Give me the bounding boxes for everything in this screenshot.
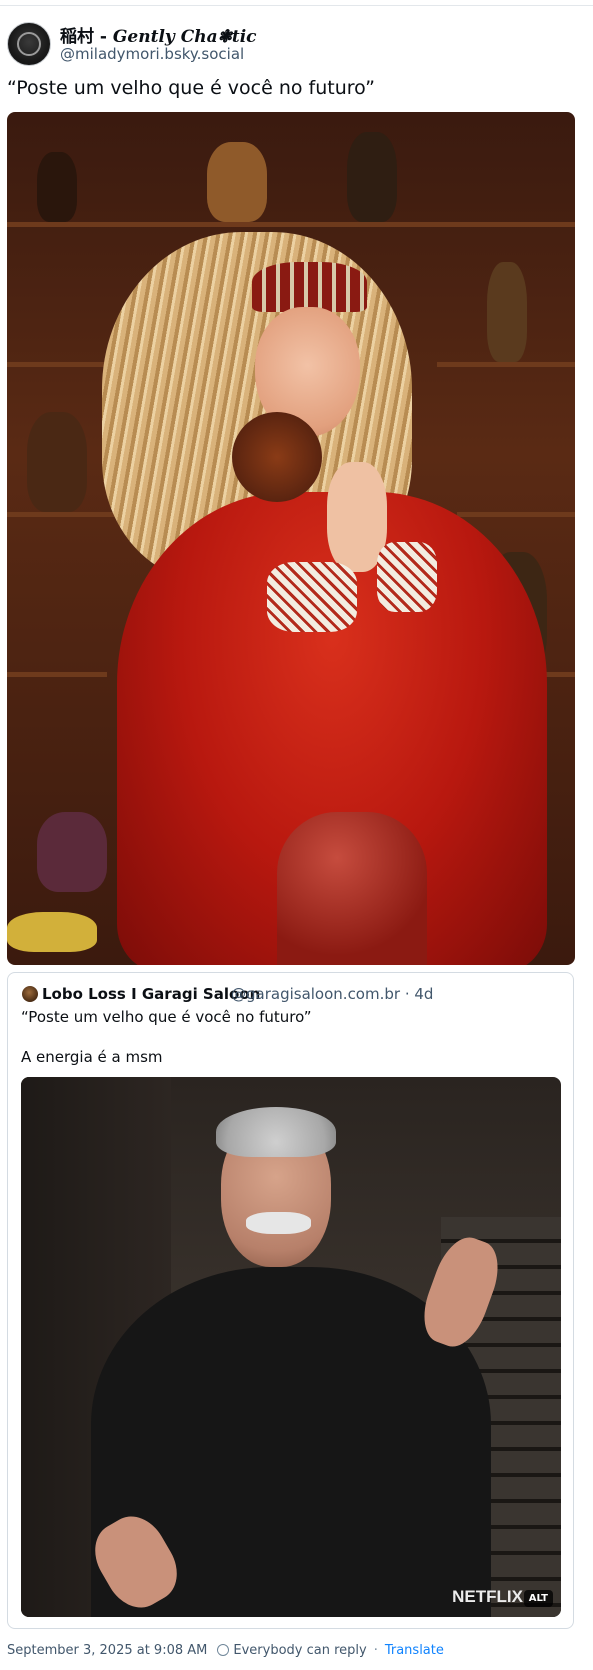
separator-dot: · — [373, 1643, 378, 1658]
post-text: “Poste um velho que é você no futuro” — [7, 77, 375, 99]
netflix-watermark: NETFLIX — [452, 1587, 523, 1606]
quote-author-name[interactable]: Lobo Loss I Garagi Saloon — [42, 985, 260, 1003]
quote-author-avatar[interactable] — [22, 986, 38, 1002]
alt-badge[interactable]: ALT — [523, 1590, 553, 1607]
leather-boots — [277, 812, 427, 965]
banana — [7, 912, 97, 952]
crystal — [37, 812, 107, 892]
globe-icon — [217, 1643, 230, 1656]
embroidered-cuff — [267, 562, 357, 632]
quote-gif[interactable]: NETFLIX ALT — [21, 1077, 561, 1617]
quote-post-card[interactable]: Lobo Loss I Garagi Saloon @garagisaloon.… — [7, 972, 574, 1629]
post-timestamp[interactable]: September 3, 2025 at 9:08 AM — [7, 1643, 207, 1658]
headband — [252, 262, 367, 312]
shelf — [7, 512, 117, 517]
mustache — [246, 1212, 311, 1234]
display-name-fancy: Gently Cha❃tic — [112, 27, 257, 47]
gray-hair — [216, 1107, 336, 1157]
figurine — [347, 132, 397, 222]
figurine — [487, 262, 527, 362]
author-handle[interactable]: @miladymori.bsky.social — [60, 45, 244, 63]
quote-text-line1: “Poste um velho que é você no futuro” — [21, 1008, 312, 1026]
post: 稲村 - Gently Cha❃tic @miladymori.bsky.soc… — [0, 0, 593, 1670]
shelf — [437, 362, 575, 367]
quote-author-handle[interactable]: @garagisaloon.com.br · 4d — [231, 985, 433, 1003]
avatar-glyph-icon — [17, 32, 41, 56]
shelf — [7, 222, 575, 227]
figurine — [27, 412, 87, 512]
figurine — [37, 152, 77, 222]
embroidered-cuff — [377, 542, 437, 612]
post-footer: September 3, 2025 at 9:08 AM Everybody ca… — [7, 1643, 444, 1658]
shelf — [7, 672, 107, 677]
author-display-name[interactable]: 稲村 - Gently Cha❃tic — [60, 22, 257, 47]
translate-link[interactable]: Translate — [385, 1643, 444, 1658]
reply-setting[interactable]: Everybody can reply — [233, 1643, 366, 1658]
quote-text-line2: A energia é a msm — [21, 1048, 163, 1066]
post-image[interactable] — [7, 112, 575, 965]
shelf — [457, 512, 575, 517]
author-avatar[interactable] — [7, 22, 51, 66]
bead-necklace — [232, 412, 322, 502]
display-name-cjk: 稲村 - — [60, 27, 113, 47]
figurine — [207, 142, 267, 222]
